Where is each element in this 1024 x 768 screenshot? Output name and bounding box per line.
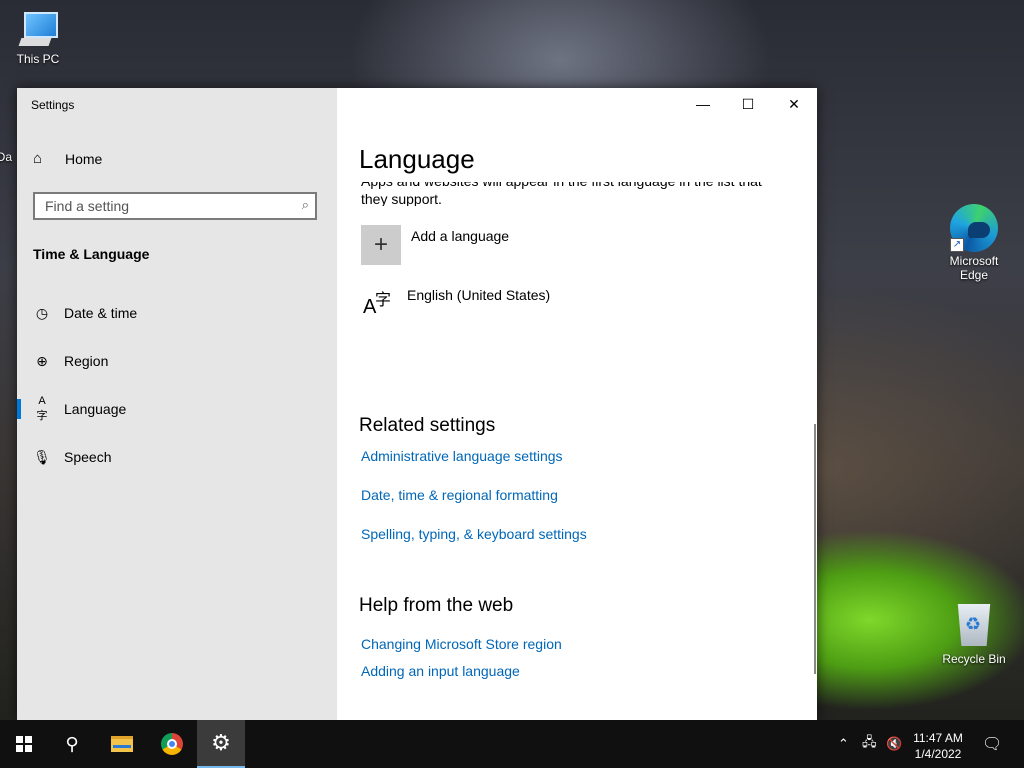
maximize-button[interactable]: ☐ [725, 88, 771, 120]
search-icon[interactable]: ⌕ [302, 197, 309, 213]
page-title: Language [359, 144, 475, 174]
taskbar: ⚲ ⚙ ⌃ 🖧 🔇 11:47 AM 1/4/2022 🗨 [0, 720, 1024, 768]
language-description: Apps and websites will appear in the fir… [361, 182, 781, 206]
sidebar-item-region[interactable]: ⊕ Region [17, 341, 337, 381]
search-input[interactable] [35, 194, 305, 218]
language-list-item[interactable]: A字 English (United States) [361, 284, 550, 320]
notification-icon: 🗨 [982, 736, 1003, 753]
sidebar-item-label: Language [64, 401, 127, 417]
description-line: they support. [361, 191, 442, 206]
language-icon: A字 [36, 395, 48, 422]
action-center-button[interactable]: 🗨 [982, 720, 1002, 768]
settings-content: — ☐ ✕ Language Apps and websites will ap… [337, 88, 817, 720]
folder-icon [111, 736, 133, 752]
computer-icon [18, 10, 58, 50]
sidebar-item-speech[interactable]: 🎙 Speech [17, 437, 337, 477]
desktop-icon-recycle-bin[interactable]: Recycle Bin [938, 604, 1010, 666]
show-hidden-icons-button[interactable]: ⌃ [838, 720, 856, 768]
desktop-icon-label: Da [0, 150, 12, 164]
speaker-muted-icon: 🔇 [886, 736, 903, 751]
globe-icon: ⊕ [36, 352, 48, 369]
link-changing-microsoft-store-region[interactable]: Changing Microsoft Store region [361, 636, 562, 652]
start-button[interactable] [0, 720, 48, 768]
microphone-icon: 🎙 [33, 448, 51, 465]
network-icon: 🖧 [862, 734, 877, 749]
sidebar-item-language[interactable]: A字 Language [17, 389, 337, 429]
edge-icon: ↗ [950, 204, 998, 252]
desktop-icon-this-pc[interactable]: This PC [2, 10, 74, 66]
home-label: Home [65, 150, 103, 167]
link-date-time-regional-formatting[interactable]: Date, time & regional formatting [361, 487, 558, 503]
desktop-icon-partial[interactable]: Da [0, 150, 12, 164]
windows-logo-icon [16, 736, 32, 752]
desktop-icon-label: This PC [16, 52, 60, 66]
search-icon: ⚲ [65, 733, 79, 754]
recycle-bin-icon [957, 604, 991, 646]
active-indicator [17, 399, 21, 419]
description-partial-line: Apps and websites will appear in the fir… [361, 182, 781, 190]
settings-taskbar-button[interactable]: ⚙ [197, 720, 245, 768]
scrollbar[interactable] [814, 424, 816, 674]
sidebar-item-label: Date & time [64, 305, 138, 321]
add-language-label: Add a language [411, 228, 510, 244]
window-title: Settings [31, 98, 75, 112]
home-icon: ⌂ [33, 150, 43, 167]
link-adding-input-language[interactable]: Adding an input language [361, 663, 520, 679]
clock-icon: ◷ [35, 304, 49, 321]
chrome-button[interactable] [148, 720, 196, 768]
clock-date: 1/4/2022 [914, 747, 962, 761]
language-icon: A字 [363, 292, 392, 318]
desktop-icon-label: Recycle Bin [942, 652, 1006, 666]
add-language-button[interactable]: + Add a language [361, 225, 509, 265]
related-settings-heading: Related settings [359, 415, 496, 436]
home-nav-item[interactable]: ⌂ Home [33, 150, 102, 167]
chrome-icon [161, 733, 183, 755]
volume-tray-icon[interactable]: 🔇 [886, 720, 906, 768]
sidebar-item-label: Region [64, 353, 109, 369]
sidebar-item-label: Speech [64, 449, 112, 465]
desktop-icon-label: Microsoft Edge [949, 254, 999, 282]
shortcut-arrow-icon: ↗ [950, 238, 964, 252]
close-button[interactable]: ✕ [771, 88, 817, 120]
taskbar-clock[interactable]: 11:47 AM 1/4/2022 [906, 730, 970, 762]
gear-icon: ⚙ [211, 730, 231, 755]
clock-time: 11:47 AM [913, 731, 963, 745]
sidebar-item-date-time[interactable]: ◷ Date & time [17, 293, 337, 333]
desktop-icon-microsoft-edge[interactable]: ↗ Microsoft Edge [938, 204, 1010, 282]
find-setting-search-box[interactable]: ⌕ [33, 192, 317, 220]
file-explorer-button[interactable] [98, 720, 146, 768]
chevron-up-icon: ⌃ [838, 736, 849, 751]
plus-icon: + [361, 225, 401, 265]
minimize-button[interactable]: — [680, 88, 726, 120]
language-name: English (United States) [407, 287, 551, 303]
category-title: Time & Language [33, 246, 150, 262]
help-from-web-heading: Help from the web [359, 595, 514, 616]
settings-window: Settings ⌂ Home ⌕ Time & Language ◷ Date… [17, 88, 817, 720]
settings-sidebar: Settings ⌂ Home ⌕ Time & Language ◷ Date… [17, 88, 337, 720]
network-tray-icon[interactable]: 🖧 [862, 720, 882, 768]
link-spelling-typing-keyboard-settings[interactable]: Spelling, typing, & keyboard settings [361, 526, 587, 542]
link-administrative-language-settings[interactable]: Administrative language settings [361, 448, 563, 464]
search-button[interactable]: ⚲ [48, 720, 96, 768]
